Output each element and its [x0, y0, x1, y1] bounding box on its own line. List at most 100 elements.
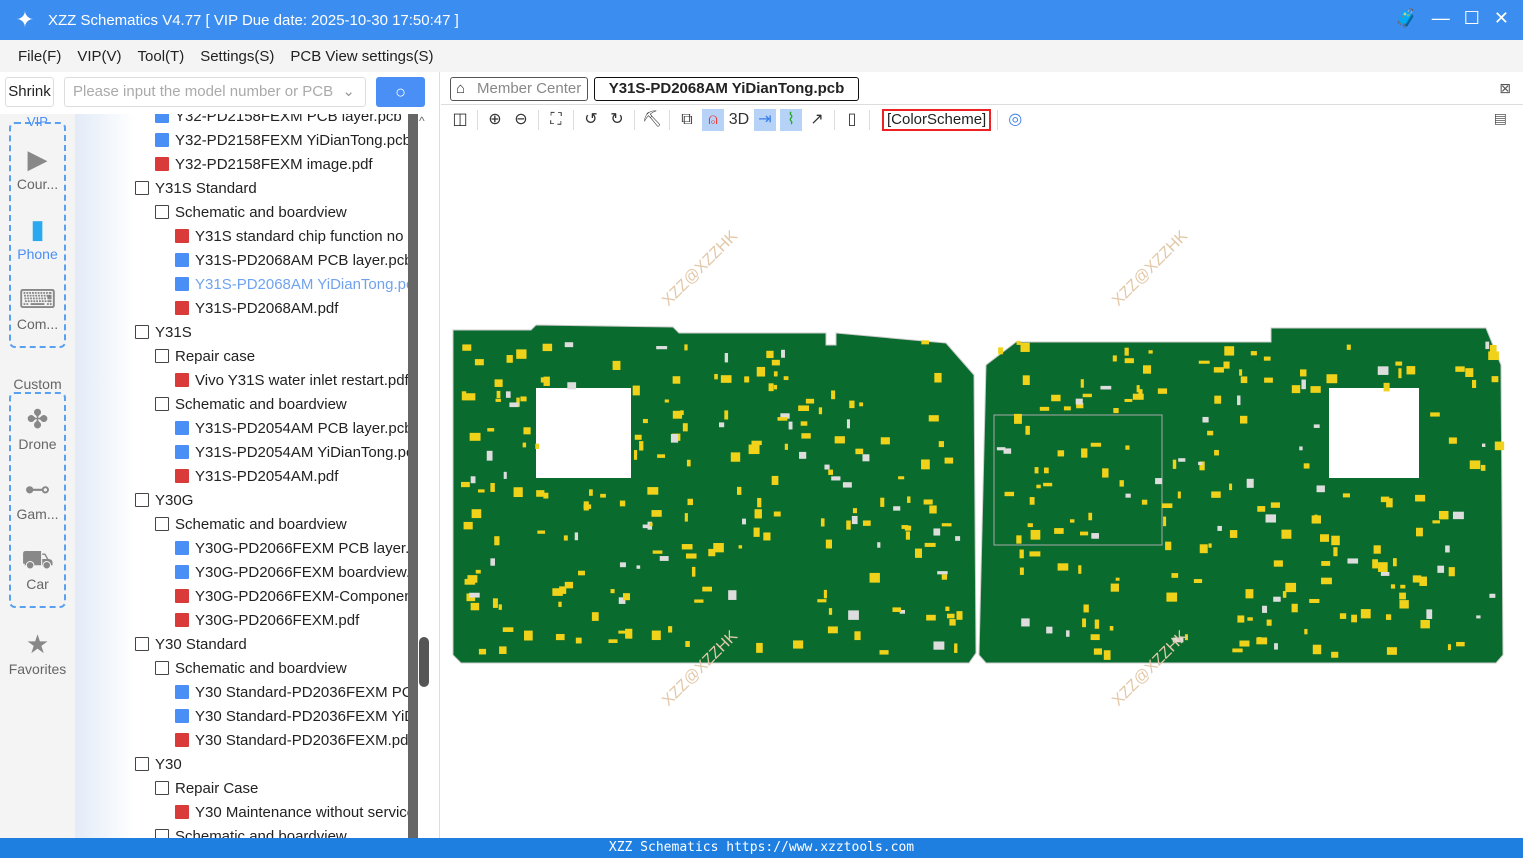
pcb-pad[interactable]: [639, 441, 644, 451]
pcb-pad[interactable]: [506, 355, 513, 363]
tree-item[interactable]: Y31S standard chip function no: [175, 225, 403, 249]
pcb-pad[interactable]: [828, 469, 834, 475]
pcb-pad[interactable]: [1124, 347, 1129, 356]
tree-item[interactable]: Schematic and boardview: [155, 393, 347, 417]
pcb-pad[interactable]: [682, 423, 688, 432]
pcb-pad[interactable]: [657, 454, 666, 458]
category-car[interactable]: ⛟ Car: [0, 544, 75, 592]
pcb-pad[interactable]: [1291, 385, 1301, 394]
pcb-pad[interactable]: [1342, 493, 1350, 498]
pcb-pad[interactable]: [1266, 619, 1272, 626]
collapse-icon[interactable]: [135, 181, 149, 195]
collapse-icon[interactable]: [135, 325, 149, 339]
pcb-pad[interactable]: [730, 452, 741, 462]
pcb-pad[interactable]: [523, 427, 531, 435]
tree-item[interactable]: Y30 Standard: [135, 633, 247, 657]
tree-item[interactable]: Y31S-PD2068AM PCB layer.pcb: [175, 249, 408, 273]
pcb-pad[interactable]: [744, 376, 750, 383]
pcb-pad[interactable]: [846, 520, 851, 530]
pcb-pad[interactable]: [1360, 609, 1371, 619]
pcb-pad[interactable]: [949, 619, 956, 626]
pcb-pad[interactable]: [1299, 446, 1303, 451]
pcb-pad[interactable]: [1022, 375, 1030, 386]
pcb-pad[interactable]: [928, 415, 939, 422]
pcb-pad[interactable]: [490, 482, 495, 492]
pcb-pad[interactable]: [1273, 560, 1283, 567]
pcb-pad[interactable]: [589, 489, 593, 496]
pcb-pad[interactable]: [784, 443, 788, 450]
pcb-pad[interactable]: [1245, 589, 1254, 599]
pcb-pad[interactable]: [659, 556, 669, 561]
pcb-pad[interactable]: [818, 407, 823, 415]
pcb-pad[interactable]: [859, 402, 864, 407]
pcb-pad[interactable]: [656, 346, 668, 350]
pcb-pad[interactable]: [1090, 442, 1102, 447]
pcb-pad[interactable]: [724, 410, 729, 420]
collapse-icon[interactable]: [155, 205, 169, 219]
pcb-pad[interactable]: [1390, 584, 1396, 589]
pcb-pad[interactable]: [494, 536, 500, 546]
collapse-icon[interactable]: [155, 661, 169, 675]
tree-item[interactable]: Repair case: [155, 345, 255, 369]
tree-item[interactable]: Schematic and boardview: [155, 825, 347, 838]
tree-item[interactable]: Schematic and boardview: [155, 201, 347, 225]
pcb-pad[interactable]: [558, 601, 562, 607]
pcb-pad[interactable]: [1380, 571, 1390, 576]
pcb-pad[interactable]: [625, 628, 633, 639]
pcb-pad[interactable]: [555, 633, 565, 641]
pcb-pad[interactable]: [757, 497, 762, 508]
tree-item[interactable]: Repair Case: [155, 777, 258, 801]
pcb-pad[interactable]: [1494, 441, 1505, 451]
category-game[interactable]: ⊷ Gam...: [0, 474, 75, 522]
pcb-pad[interactable]: [1125, 493, 1131, 498]
tree-item[interactable]: Y31S-PD2054AM PCB layer.pcb: [175, 417, 408, 441]
pcb-pad[interactable]: [1373, 545, 1381, 554]
pcb-pad[interactable]: [1313, 424, 1320, 428]
collapse-icon[interactable]: [155, 829, 169, 838]
tree-item[interactable]: Schematic and boardview: [155, 657, 347, 681]
pcb-pad[interactable]: [522, 442, 527, 448]
pcb-pad[interactable]: [1043, 482, 1053, 487]
tree-item[interactable]: Y32-PD2158FEXM PCB layer.pcb: [155, 114, 402, 129]
pcb-pad[interactable]: [946, 613, 955, 619]
pcb-pad[interactable]: [1319, 534, 1329, 542]
pcb-pad[interactable]: [798, 405, 810, 411]
tree-item[interactable]: Vivo Y31S water inlet restart.pdf: [175, 369, 408, 393]
pcb-pad[interactable]: [478, 648, 487, 655]
pcb-pad[interactable]: [738, 545, 743, 549]
pcb-pad[interactable]: [636, 565, 641, 569]
pcb-pad[interactable]: [1177, 491, 1181, 499]
pcb-pad[interactable]: [1208, 543, 1212, 548]
pcb-pad[interactable]: [462, 344, 472, 351]
pcb-pad[interactable]: [1091, 533, 1099, 539]
pcb-pad[interactable]: [1400, 584, 1406, 589]
pcb-pad[interactable]: [1291, 603, 1298, 613]
pcb-pad[interactable]: [924, 542, 936, 547]
pcb-pad[interactable]: [834, 436, 845, 444]
tree-item[interactable]: Y30G: [135, 489, 193, 513]
pcb-pad[interactable]: [1124, 358, 1134, 364]
pcb-pad[interactable]: [543, 376, 550, 386]
pcb-pad[interactable]: [862, 520, 871, 526]
pcb-pad[interactable]: [1304, 628, 1308, 635]
pcb-pad[interactable]: [535, 443, 540, 449]
collapse-icon[interactable]: [135, 637, 149, 651]
pcb-pad[interactable]: [773, 511, 781, 517]
tree-item[interactable]: Y30 Standard-PD2036FEXM.pdf: [175, 729, 408, 753]
pcb-pad[interactable]: [509, 402, 519, 408]
pcb-pad[interactable]: [771, 475, 779, 485]
pcb-pad[interactable]: [831, 390, 836, 400]
pcb-pad[interactable]: [914, 548, 922, 558]
pcb-pad[interactable]: [1103, 650, 1111, 660]
pcb-pad[interactable]: [461, 481, 470, 488]
pcb-pad[interactable]: [470, 476, 476, 484]
pcb-pad[interactable]: [781, 349, 785, 358]
pcb-pad[interactable]: [463, 521, 473, 530]
pcb-pad[interactable]: [714, 373, 718, 380]
pcb-pad[interactable]: [851, 515, 858, 525]
pcb-pad[interactable]: [622, 593, 630, 601]
pcb-pad[interactable]: [1163, 516, 1167, 527]
menu-pcb-view-settings[interactable]: PCB View settings(S): [290, 48, 433, 65]
pcb-pad[interactable]: [901, 525, 909, 529]
pcb-pad[interactable]: [831, 476, 841, 481]
